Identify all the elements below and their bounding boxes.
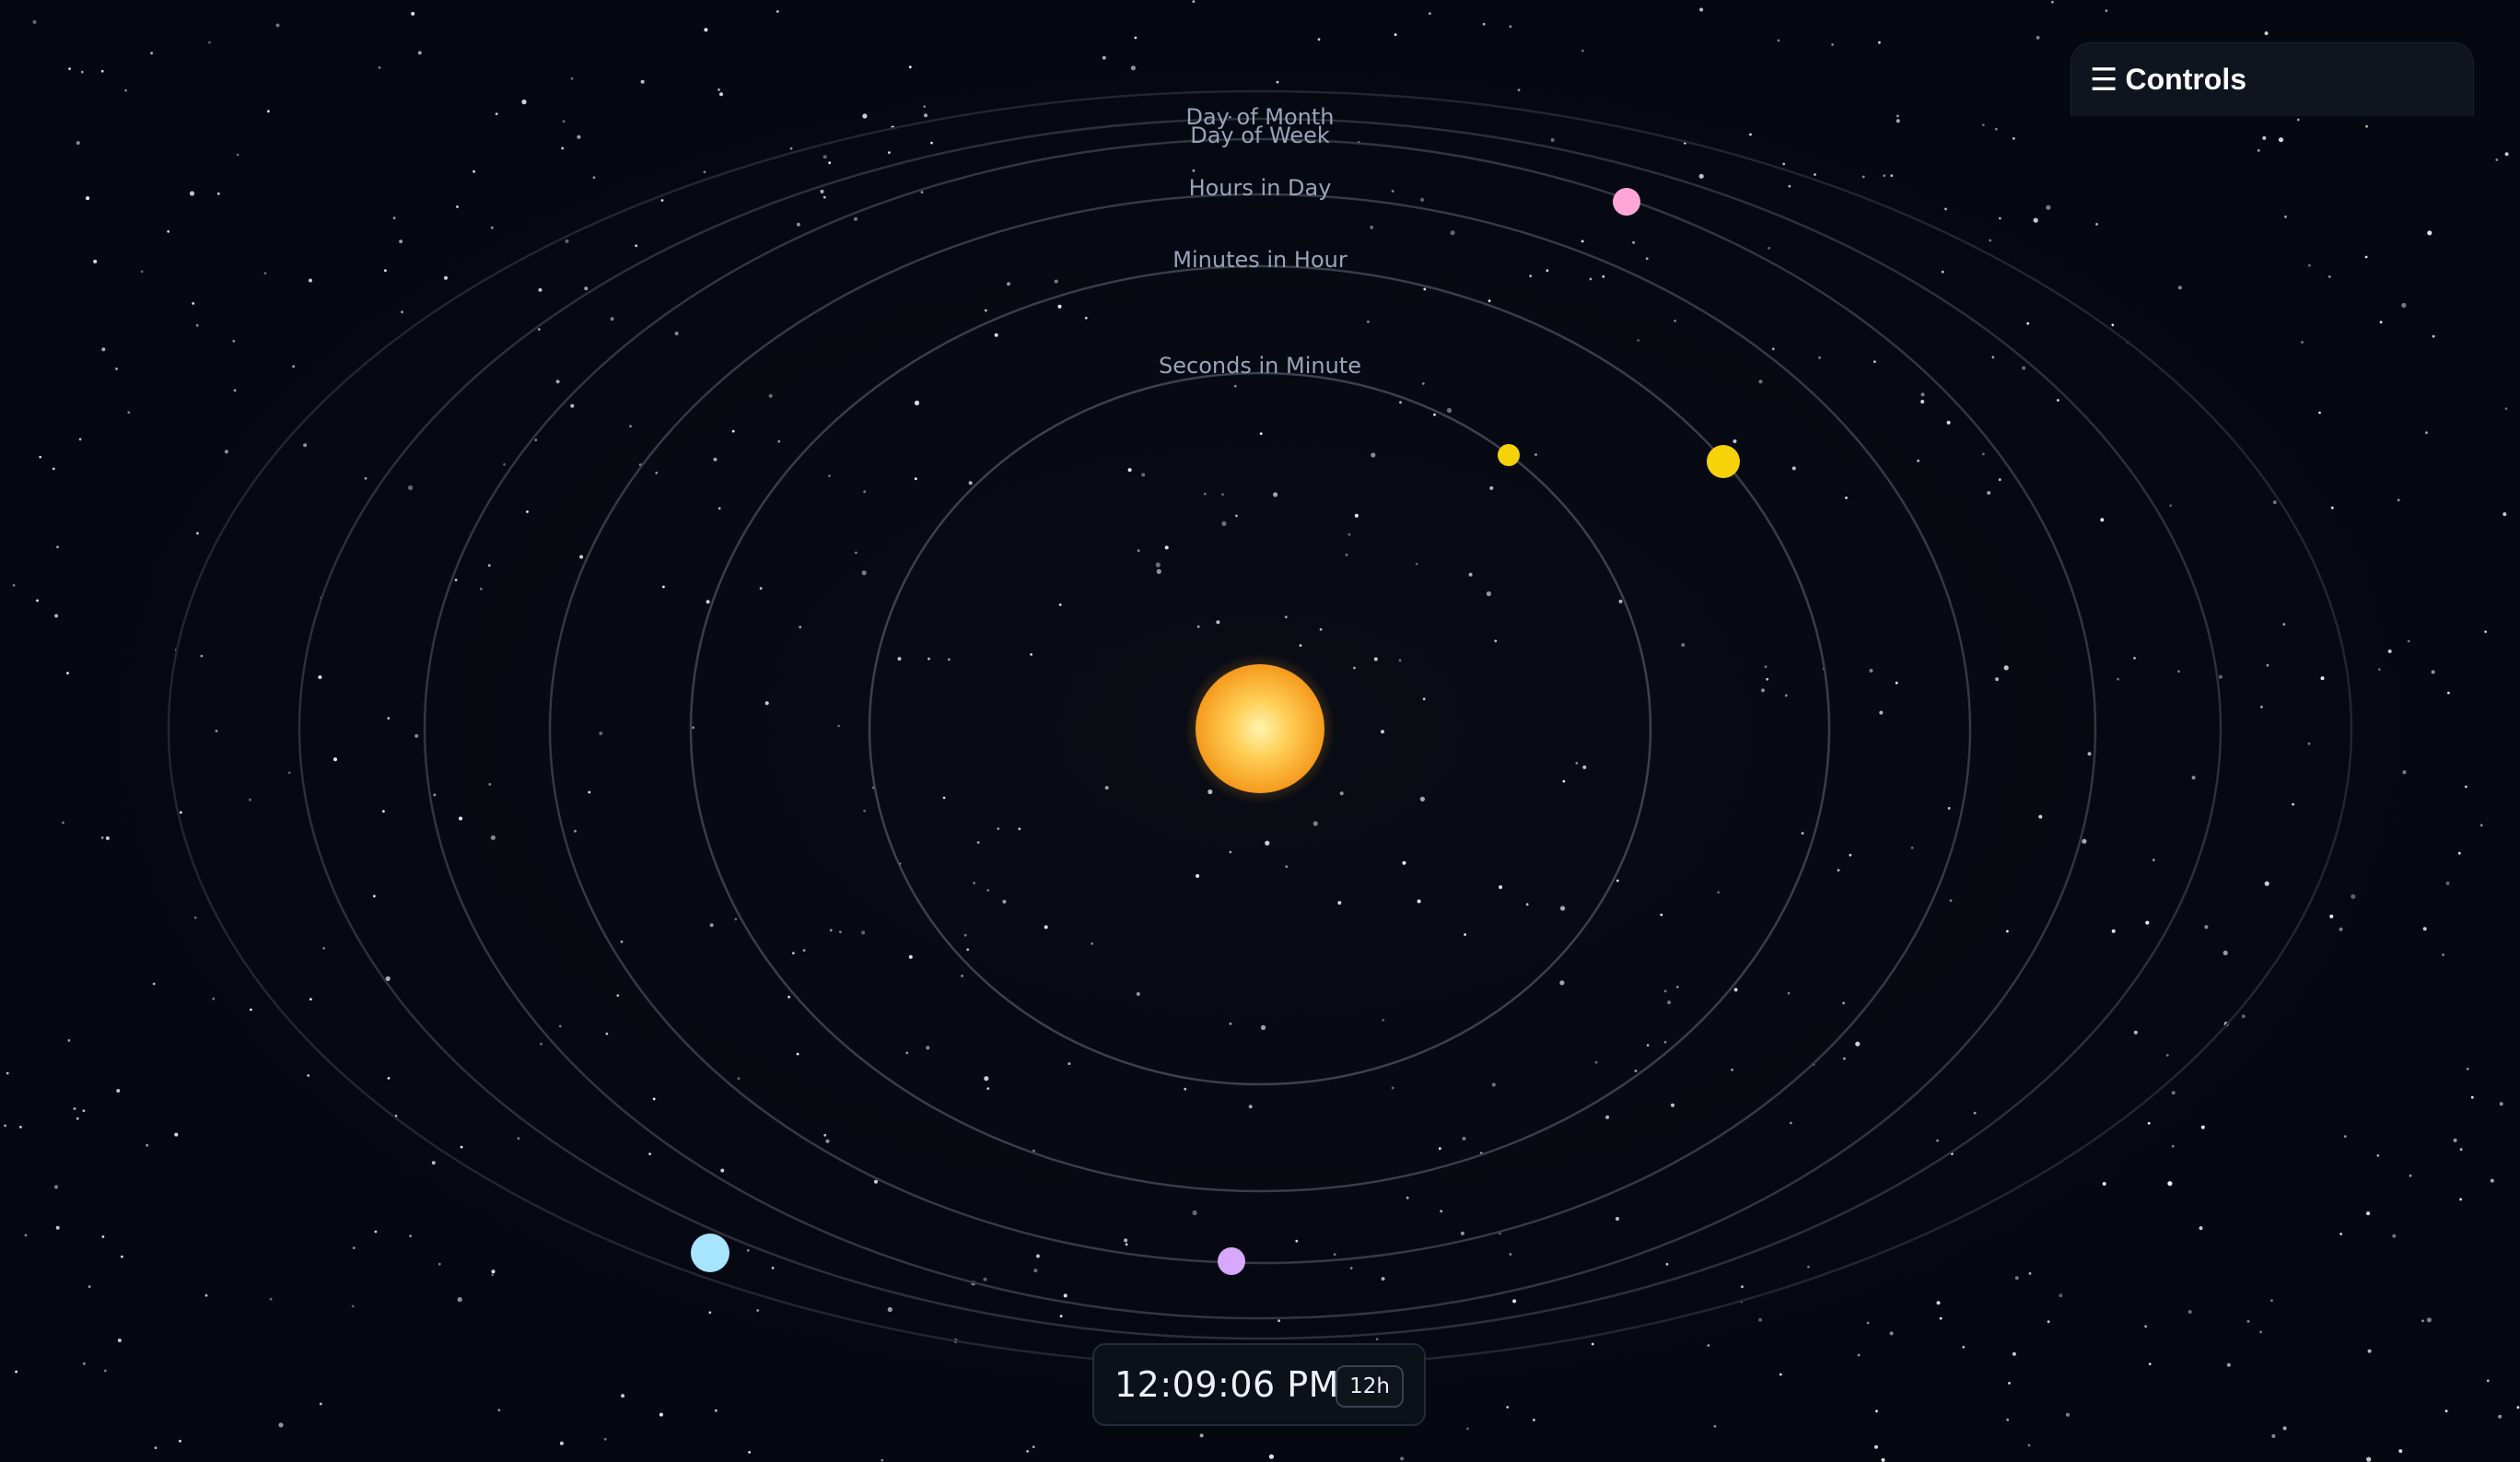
- orbit-label-minutes: Minutes in Hour: [1172, 247, 1348, 273]
- seconds-planet[interactable]: [1498, 444, 1520, 466]
- day-of-month-planet[interactable]: [691, 1234, 729, 1272]
- clock-time: 12:09:06 PM: [1114, 1364, 1339, 1405]
- solar-clock-stage: Seconds in Minute Minutes in Hour Hours …: [0, 0, 2520, 1462]
- minutes-planet[interactable]: [1707, 445, 1740, 478]
- controls-title: Controls: [2125, 63, 2247, 96]
- solar-system: Seconds in Minute Minutes in Hour Hours …: [167, 89, 2353, 1368]
- menu-icon: ☰: [2090, 61, 2118, 99]
- controls-toggle[interactable]: ☰ Controls: [2071, 42, 2474, 116]
- time-format-button[interactable]: 12h: [1336, 1365, 1404, 1408]
- orbit-label-hours: Hours in Day: [1189, 175, 1332, 201]
- hours-planet[interactable]: [1218, 1247, 1245, 1275]
- orbit-label-seconds: Seconds in Minute: [1159, 353, 1361, 379]
- digital-clock: 12:09:06 PM 12h: [1092, 1343, 1426, 1426]
- orbit-label-day-of-month: Day of Month: [1185, 104, 1334, 130]
- day-of-week-planet[interactable]: [1613, 188, 1640, 216]
- sun-core: [1196, 664, 1324, 793]
